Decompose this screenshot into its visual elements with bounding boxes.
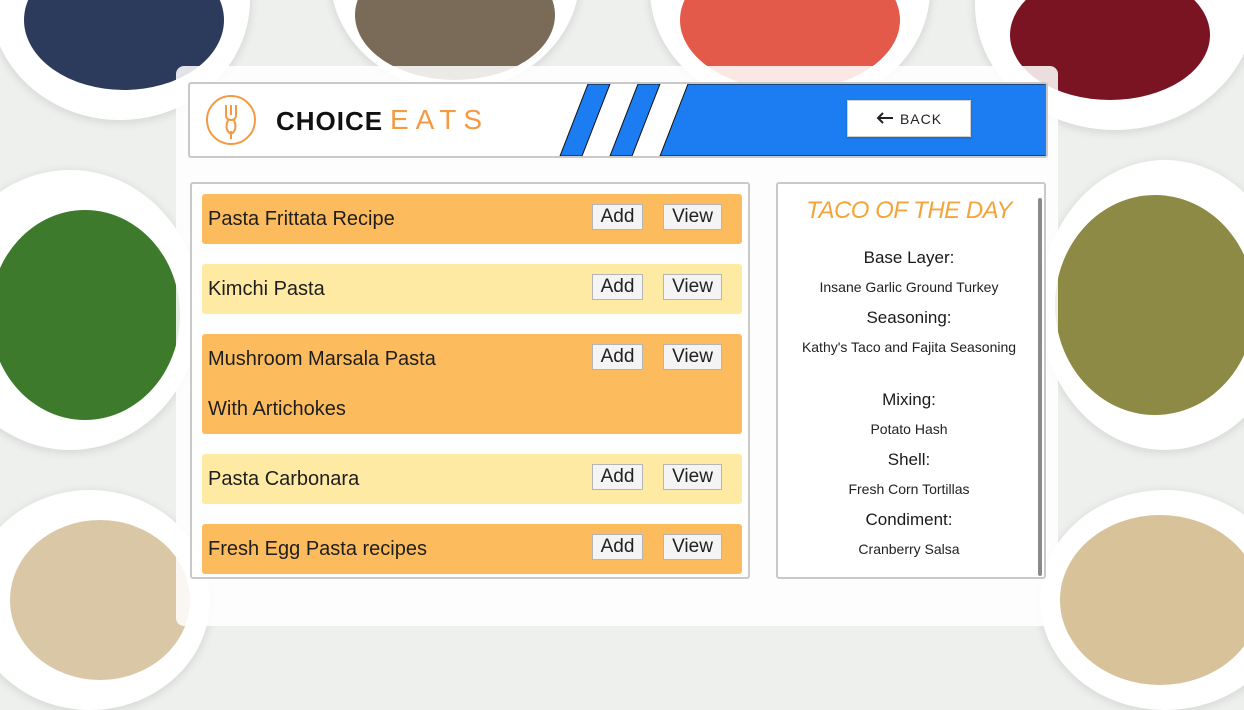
view-recipe-button[interactable]: View <box>663 274 722 300</box>
fork-spoon-logo-icon <box>206 95 256 145</box>
add-recipe-button[interactable]: Add <box>592 274 643 300</box>
list-item: Pasta Frittata Recipe Add View <box>202 194 742 244</box>
pumpkin-seeds-bowl <box>1040 160 1244 450</box>
recipe-name: Kimchi Pasta <box>208 278 325 300</box>
brand-name-choice: CHOICE <box>276 106 384 136</box>
condiment-label: Condiment: <box>865 510 953 529</box>
list-item: Mushroom Marsala Pasta With Artichokes A… <box>202 334 742 434</box>
list-item: Fresh Egg Pasta recipes Add View <box>202 524 742 574</box>
taco-title: TACO OF THE DAY <box>806 197 1012 224</box>
spinach-bowl <box>0 170 200 450</box>
view-recipe-button[interactable]: View <box>663 344 722 370</box>
arrow-left-icon <box>876 111 894 127</box>
add-recipe-button[interactable]: Add <box>592 344 643 370</box>
list-item: Kimchi Pasta Add View <box>202 264 742 314</box>
add-recipe-button[interactable]: Add <box>592 204 643 230</box>
brand-name-eats: EATS <box>390 104 490 135</box>
add-recipe-button[interactable]: Add <box>592 534 643 560</box>
view-recipe-button[interactable]: View <box>663 204 722 230</box>
taco-of-the-day-panel: TACO OF THE DAY Base Layer: Insane Garli… <box>776 182 1046 579</box>
view-recipe-button[interactable]: View <box>663 534 722 560</box>
seasoning-label: Seasoning: <box>866 308 952 327</box>
recipe-name-line2: With Artichokes <box>208 398 346 420</box>
oats-bowl <box>1040 490 1244 710</box>
condiment-value: Cranberry Salsa <box>858 541 960 557</box>
add-recipe-button[interactable]: Add <box>592 464 643 490</box>
recipe-name: Mushroom Marsala Pasta <box>208 348 436 370</box>
view-recipe-button[interactable]: View <box>663 464 722 490</box>
back-button[interactable]: BACK <box>847 100 971 137</box>
base-layer-value: Insane Garlic Ground Turkey <box>819 279 999 295</box>
mixing-label: Mixing: <box>882 390 936 409</box>
recipe-list: Pasta Frittata Recipe Add View Kimchi Pa… <box>190 182 750 579</box>
shell-value: Fresh Corn Tortillas <box>848 481 970 497</box>
back-button-label: BACK <box>899 110 943 127</box>
app-header: CHOICE EATS BACK <box>188 82 1048 158</box>
list-item: Pasta Carbonara Add View <box>202 454 742 504</box>
base-layer-label: Base Layer: <box>863 248 955 267</box>
recipe-name: Fresh Egg Pasta recipes <box>208 538 427 560</box>
shell-label: Shell: <box>887 450 931 469</box>
seasoning-value: Kathy's Taco and Fajita Seasoning <box>801 339 1017 355</box>
recipe-name: Pasta Frittata Recipe <box>208 208 395 230</box>
recipe-name: Pasta Carbonara <box>208 468 360 490</box>
mixing-value: Potato Hash <box>870 421 948 437</box>
